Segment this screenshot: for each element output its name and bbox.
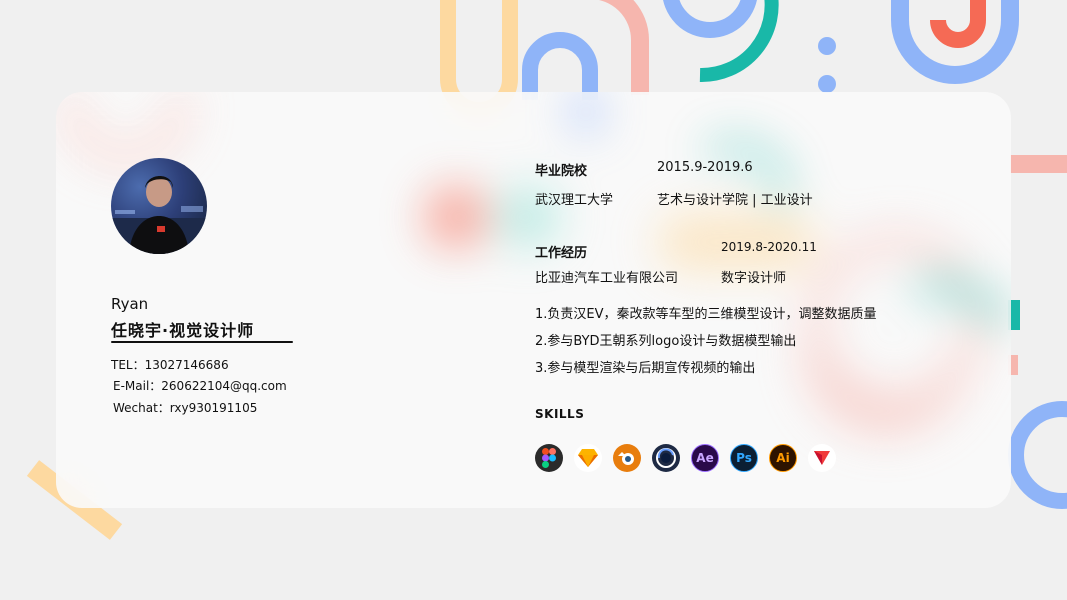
education-major: 艺术与设计学院 | 工业设计 <box>657 193 813 208</box>
education-label: 毕业院校 <box>535 164 588 179</box>
work-item: 3.参与模型渲染与后期宣传视频的输出 <box>535 361 756 376</box>
illustrator-icon: Ai <box>769 444 797 472</box>
avatar-portrait <box>111 176 207 254</box>
sketch-icon <box>574 444 602 472</box>
name-english: Ryan <box>111 295 149 313</box>
vectary-icon <box>808 444 836 472</box>
work-item: 2.参与BYD王朝系列logo设计与数据模型输出 <box>535 334 797 349</box>
figma-icon <box>535 444 563 472</box>
contact-wechat: Wechat：rxy930191105 <box>113 401 258 415</box>
contact-email: E-Mail：260622104@qq.com <box>113 379 287 393</box>
work-item: 1.负责汉EV，秦改款等车型的三维模型设计，调整数据质量 <box>535 307 877 322</box>
cinema4d-icon <box>652 444 680 472</box>
education-period: 2015.9-2019.6 <box>657 160 753 175</box>
photoshop-icon: Ps <box>730 444 758 472</box>
after-effects-icon: Ae <box>691 444 719 472</box>
blue-arch-shape <box>522 32 598 100</box>
pink-bar-shape <box>1010 155 1067 173</box>
work-period: 2019.8-2020.11 <box>721 240 817 254</box>
blue-curve-shape <box>663 0 757 38</box>
skills-title: SKILLS <box>535 407 585 421</box>
contact-tel: TEL：13027146686 <box>111 358 229 372</box>
blender-icon <box>613 444 641 472</box>
avatar <box>111 158 207 254</box>
coral-j-shape <box>930 0 986 48</box>
blue-ring-shape <box>1008 401 1067 509</box>
work-company: 比亚迪汽车工业有限公司 <box>535 271 679 286</box>
education-school: 武汉理工大学 <box>535 193 614 208</box>
blue-dot-shape <box>818 75 836 93</box>
blue-dot-shape <box>818 37 836 55</box>
work-role: 数字设计师 <box>721 271 787 286</box>
resume-card: Ryan 任晓宇·视觉设计师 TEL：13027146686 E-Mail：26… <box>56 92 1011 508</box>
name-underline <box>111 341 293 343</box>
work-label: 工作经历 <box>535 246 588 261</box>
blurred-shapes <box>62 92 1011 436</box>
name-chinese-title: 任晓宇·视觉设计师 <box>111 321 255 340</box>
